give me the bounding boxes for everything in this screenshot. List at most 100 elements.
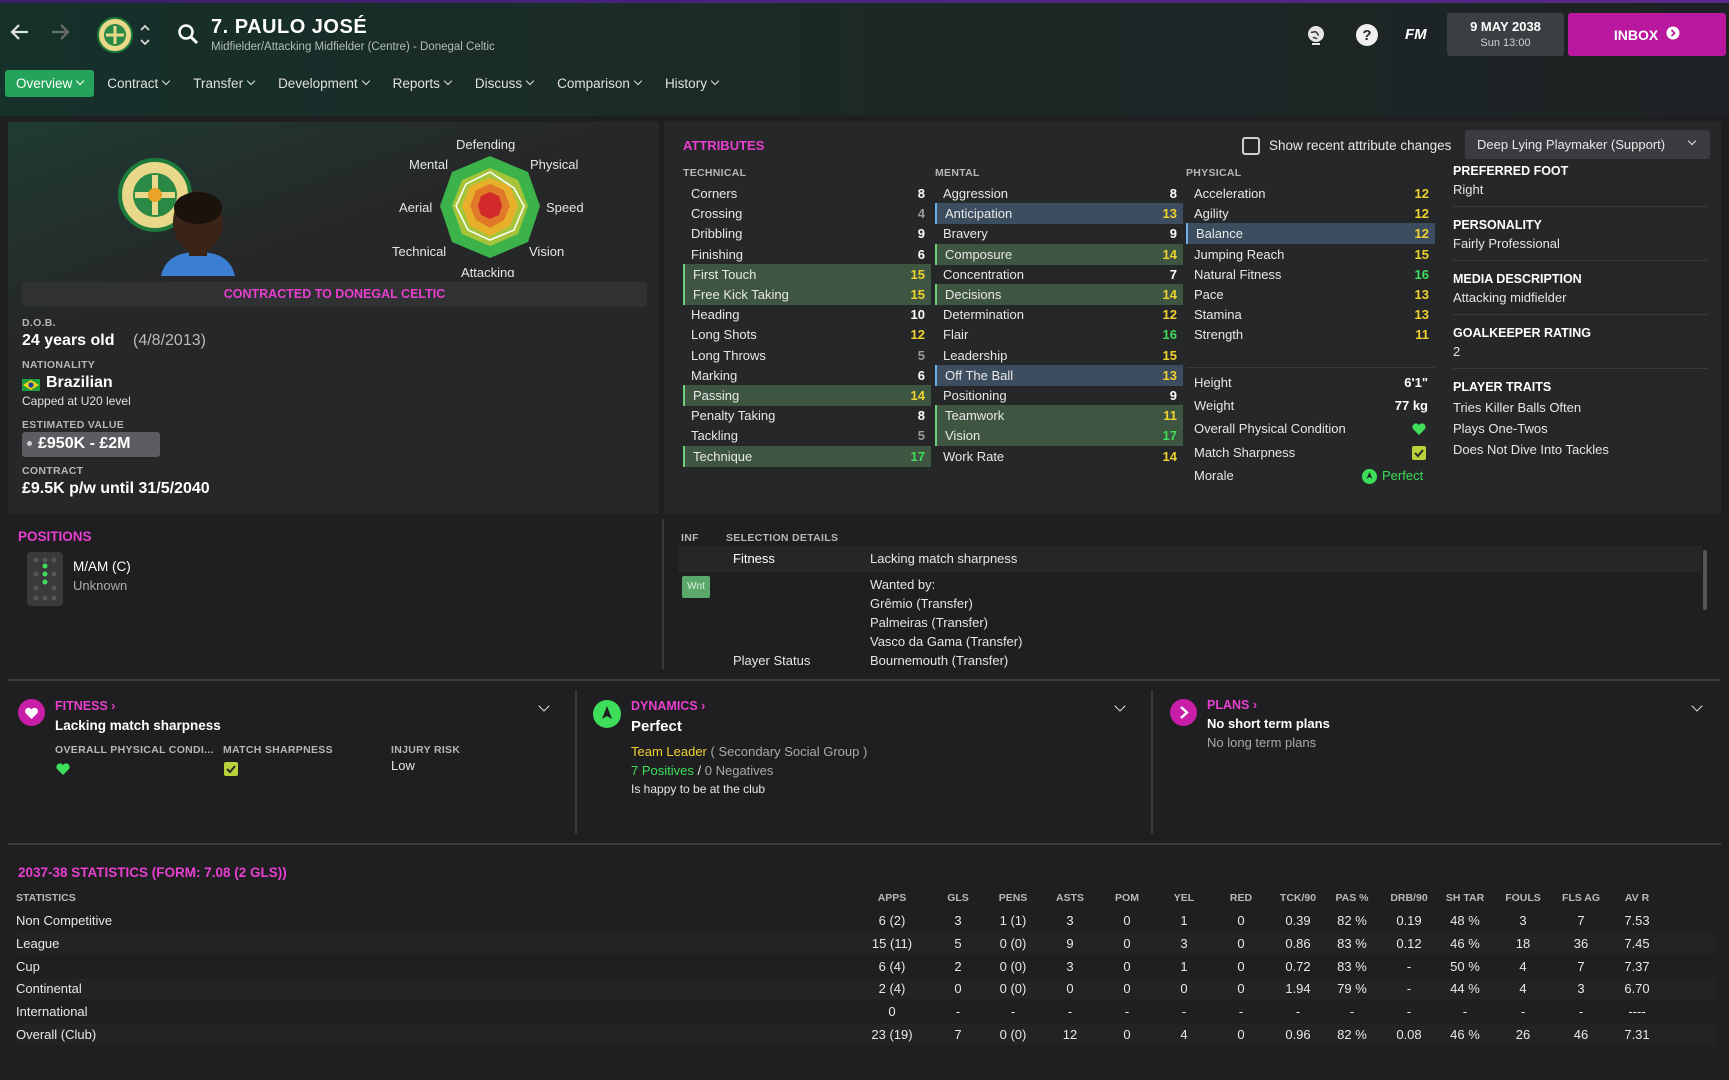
player-switch-icon[interactable] [139, 21, 151, 49]
attribute-row[interactable]: Dribbling 9 [683, 223, 931, 244]
fitness-title[interactable]: FITNESS › [55, 699, 115, 713]
attribute-row[interactable]: Vision 17 [935, 425, 1183, 447]
attribute-row[interactable]: Corners 8 [683, 183, 931, 204]
tab-comparison[interactable]: Comparison [546, 70, 652, 97]
column-header[interactable]: POM [1107, 892, 1147, 904]
attribute-row[interactable]: Determination 12 [935, 304, 1183, 325]
attribute-row[interactable]: Passing 14 [683, 385, 931, 406]
attribute-row[interactable]: Aggression 8 [935, 183, 1183, 204]
table-row[interactable]: League 15 (11) 5 0 (0) 9 0 3 0 0.86 83 % 0.12 46 % 1… [16, 932, 1716, 954]
attribute-row[interactable]: Work Rate 14 [935, 446, 1183, 467]
attribute-row[interactable]: Pace 13 [1186, 284, 1435, 305]
attribute-row[interactable]: Free Kick Taking 15 [683, 284, 931, 305]
nationality-value[interactable]: Brazilian [46, 374, 113, 392]
attribute-row[interactable]: Off The Ball 13 [935, 364, 1183, 386]
attribute-row[interactable]: Technique 17 [683, 445, 931, 467]
wanted-club[interactable]: Grêmio (Transfer) [870, 596, 973, 611]
attribute-row[interactable]: Long Throws 5 [683, 345, 931, 366]
column-header[interactable]: YEL [1164, 892, 1204, 904]
chevron-down-icon[interactable] [1114, 700, 1126, 712]
column-header[interactable]: DRB/90 [1384, 892, 1434, 904]
column-header[interactable]: PAS % [1327, 892, 1377, 904]
attribute-row[interactable]: Crossing 4 [683, 203, 931, 224]
fm-logo[interactable]: FM [1405, 26, 1427, 43]
column-header[interactable]: PENS [988, 892, 1038, 904]
search-icon[interactable] [177, 23, 199, 45]
attribute-row[interactable]: Natural Fitness 16 [1186, 264, 1435, 285]
attribute-row[interactable]: Strength 11 [1186, 324, 1435, 345]
back-arrow-icon[interactable] [8, 20, 32, 44]
attribute-row[interactable]: First Touch 15 [683, 263, 931, 285]
relationships-line[interactable]: 7 Positives / 0 Negatives [631, 763, 773, 778]
show-changes-checkbox[interactable] [1242, 137, 1260, 155]
help-icon[interactable]: ? [1355, 23, 1379, 47]
attribute-row[interactable]: Decisions 14 [935, 284, 1183, 305]
attribute-row[interactable]: Tackling 5 [683, 425, 931, 446]
column-header[interactable]: STATISTICS [16, 892, 216, 904]
morale-value[interactable]: Perfect [1382, 468, 1423, 483]
column-header[interactable]: AV R [1612, 892, 1662, 904]
wanted-club[interactable]: Vasco da Gama (Transfer) [870, 634, 1022, 649]
date-box[interactable]: 9 MAY 2038 Sun 13:00 [1447, 13, 1564, 56]
attribute-row[interactable]: Finishing 6 [683, 244, 931, 265]
column-header[interactable]: TCK/90 [1273, 892, 1323, 904]
attribute-row[interactable]: Long Shots 12 [683, 324, 931, 345]
attribute-row[interactable]: Heading 10 [683, 304, 931, 325]
sharpness-check-icon[interactable] [1412, 446, 1426, 460]
attribute-row[interactable]: Agility 12 [1186, 203, 1435, 224]
table-row[interactable]: Continental 2 (4) 0 0 (0) 0 0 0 0 1.94 79 % - 44 % 4… [16, 978, 1716, 1000]
value-pill[interactable]: £950K - £2M [22, 432, 160, 457]
column-header[interactable]: RED [1221, 892, 1261, 904]
trait-item[interactable]: Plays One-Twos [1453, 421, 1708, 436]
trait-item[interactable]: Does Not Dive Into Tackles [1453, 442, 1708, 457]
table-row[interactable]: Cup 6 (4) 2 0 (0) 3 0 1 0 0.72 83 % - 50 % 4 7 7.37 [16, 956, 1716, 977]
attribute-row[interactable]: Bravery 9 [935, 223, 1183, 244]
column-header[interactable]: ASTS [1050, 892, 1090, 904]
column-header[interactable]: GLS [938, 892, 978, 904]
trait-item[interactable]: Tries Killer Balls Often [1453, 400, 1708, 415]
attribute-row[interactable]: Teamwork 11 [935, 405, 1183, 427]
wanted-club[interactable]: Palmeiras (Transfer) [870, 615, 988, 630]
role-dropdown[interactable]: Deep Lying Playmaker (Support) [1465, 130, 1710, 159]
contract-banner[interactable]: CONTRACTED TO DONEGAL CELTIC [22, 282, 647, 307]
forward-arrow-icon[interactable] [48, 20, 72, 44]
player-subtitle[interactable]: Midfielder/Attacking Midfielder (Centre)… [211, 41, 495, 53]
column-header[interactable]: FLS AG [1561, 892, 1601, 904]
attribute-row[interactable]: Leadership 15 [935, 345, 1183, 366]
attribute-row[interactable]: Jumping Reach 15 [1186, 244, 1435, 265]
tab-discuss[interactable]: Discuss [464, 70, 544, 97]
inbox-button[interactable]: INBOX [1568, 13, 1726, 56]
social-group-line[interactable]: Team Leader ( Secondary Social Group ) [631, 744, 867, 759]
stats-title[interactable]: 2037-38 STATISTICS (FORM: 7.08 (2 GLS)) [18, 865, 287, 880]
selection-scrollbar[interactable] [1703, 550, 1707, 610]
tab-transfer[interactable]: Transfer [182, 70, 265, 97]
globe-icon[interactable] [1304, 23, 1328, 47]
attribute-row[interactable]: Stamina 13 [1186, 304, 1435, 325]
attribute-row[interactable]: Composure 14 [935, 243, 1183, 265]
tab-contract[interactable]: Contract [96, 70, 180, 97]
chevron-down-icon[interactable] [1691, 700, 1703, 712]
attribute-row[interactable]: Concentration 7 [935, 264, 1183, 285]
dynamics-title[interactable]: DYNAMICS › [631, 699, 705, 713]
attribute-row[interactable]: Flair 16 [935, 324, 1183, 345]
sharpness-check-icon[interactable] [224, 762, 238, 776]
attribute-row[interactable]: Marking 6 [683, 365, 931, 386]
column-header[interactable]: SH TAR [1440, 892, 1490, 904]
attribute-row[interactable]: Penalty Taking 8 [683, 405, 931, 426]
attribute-row[interactable]: Acceleration 12 [1186, 183, 1435, 204]
table-row[interactable]: Non Competitive 6 (2) 3 1 (1) 3 0 1 0 0.39 82 % 0.… [16, 910, 1716, 931]
show-changes-label[interactable]: Show recent attribute changes [1269, 138, 1451, 153]
attribute-row[interactable]: Balance 12 [1186, 223, 1435, 245]
tab-history[interactable]: History [654, 70, 729, 97]
table-row[interactable]: International 0- - - - - - - - - - - - ---- [16, 1001, 1716, 1022]
chevron-down-icon[interactable] [538, 700, 550, 712]
wanted-club[interactable]: Bournemouth (Transfer) [870, 653, 1008, 668]
contract-value[interactable]: £9.5K p/w until 31/5/2040 [22, 480, 210, 498]
tab-reports[interactable]: Reports [382, 70, 462, 97]
tab-development[interactable]: Development [267, 70, 380, 97]
column-header[interactable]: FOULS [1503, 892, 1543, 904]
wanted-badge[interactable]: Wnt [682, 576, 710, 598]
table-row[interactable]: Overall (Club) 23 (19) 7 0 (0) 12 0 4 0 0.96 82 %… [16, 1024, 1716, 1045]
heart-icon[interactable] [1411, 421, 1427, 437]
pitch-position-icon[interactable] [27, 552, 63, 606]
